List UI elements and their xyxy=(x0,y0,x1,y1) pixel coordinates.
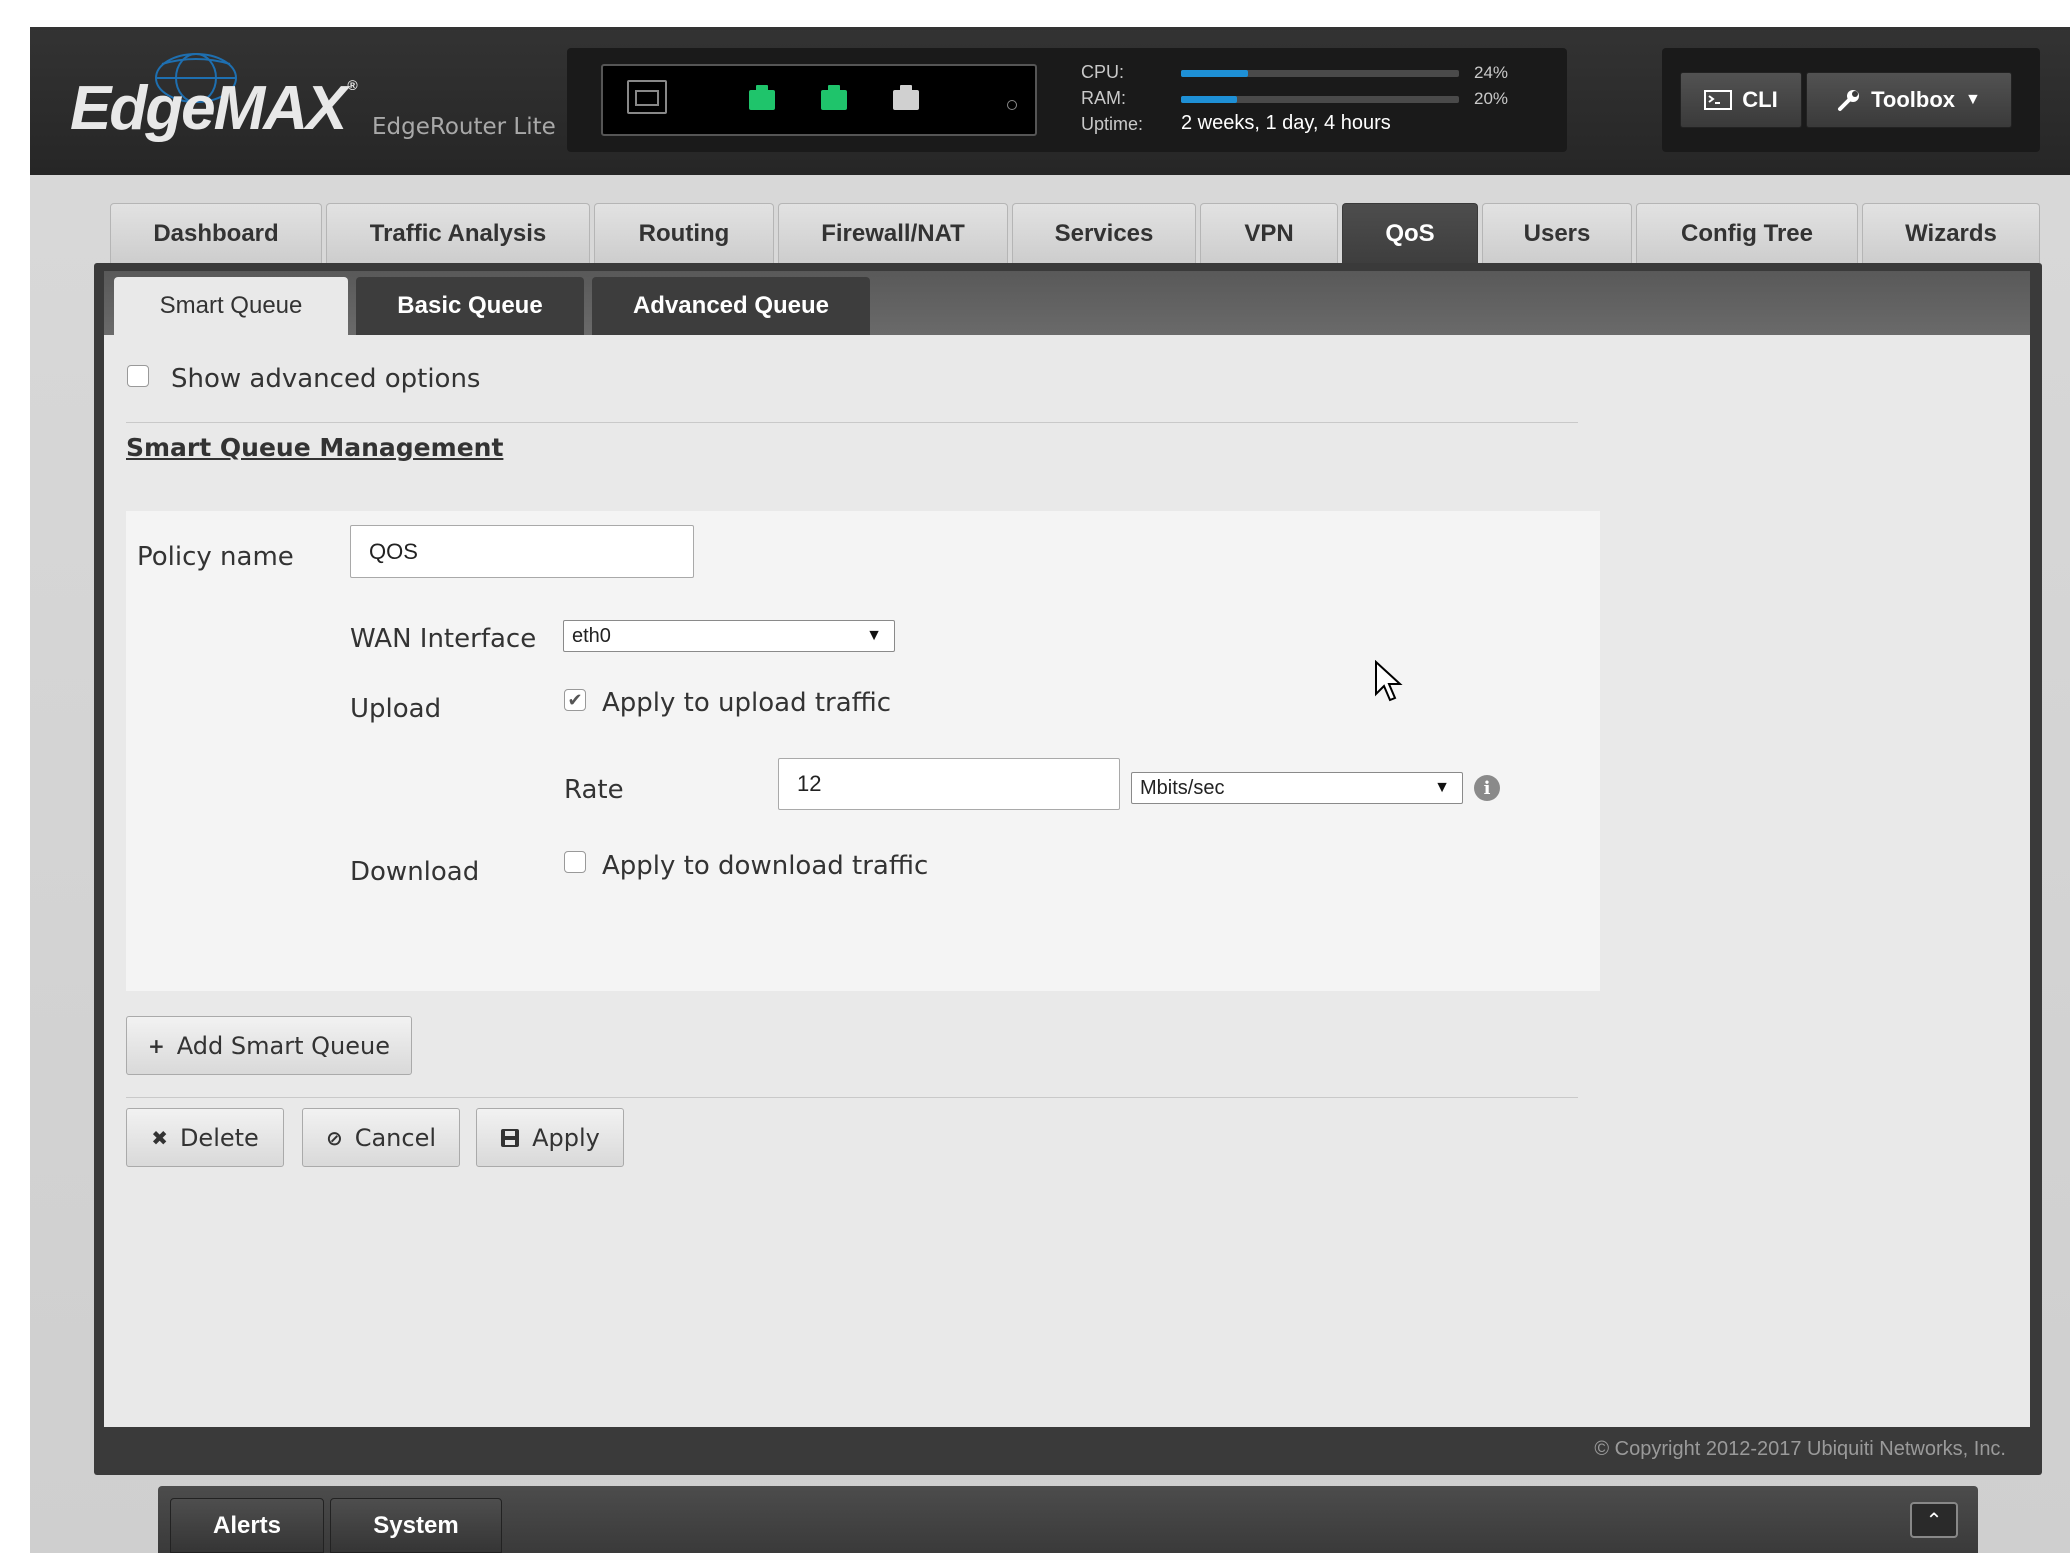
console-port-icon xyxy=(627,80,667,114)
subtab-smart-queue[interactable]: Smart Queue xyxy=(114,277,348,335)
cancel-label: Cancel xyxy=(354,1123,437,1152)
delete-button[interactable]: ✖ Delete xyxy=(126,1108,284,1167)
uptime-value: 2 weeks, 1 day, 4 hours xyxy=(1181,112,1391,134)
apply-button[interactable]: Apply xyxy=(476,1108,624,1167)
cpu-bar xyxy=(1181,70,1459,77)
tab-services[interactable]: Services xyxy=(1012,203,1196,263)
rate-label: Rate xyxy=(564,775,624,805)
wan-interface-select[interactable]: eth0 ▼ xyxy=(563,620,895,652)
tab-wizards[interactable]: Wizards xyxy=(1862,203,2040,263)
rate-unit-select[interactable]: Mbits/sec ▼ xyxy=(1131,772,1463,804)
ram-label: RAM: xyxy=(1081,88,1126,108)
checkmark-icon: ✔ xyxy=(567,689,583,711)
add-smart-queue-button[interactable]: + Add Smart Queue xyxy=(126,1016,412,1075)
subtab-basic-queue[interactable]: Basic Queue xyxy=(356,277,584,335)
port-eth2-icon xyxy=(893,85,919,110)
tab-alerts[interactable]: Alerts xyxy=(170,1498,324,1553)
status-led-icon xyxy=(1007,100,1017,110)
download-checkbox[interactable] xyxy=(564,851,586,873)
router-model: EdgeRouter Lite v xyxy=(372,114,562,140)
ban-icon: ⊘ xyxy=(325,1125,343,1150)
smart-queue-form xyxy=(126,511,1600,991)
port-panel xyxy=(601,64,1037,136)
download-checkbox-label: Apply to download traffic xyxy=(602,851,929,881)
subtab-advanced-queue[interactable]: Advanced Queue xyxy=(592,277,870,335)
ram-bar xyxy=(1181,96,1459,103)
cli-button[interactable]: CLI xyxy=(1680,72,1802,128)
upload-checkbox[interactable]: ✔ xyxy=(564,689,586,711)
add-smart-queue-label: Add Smart Queue xyxy=(176,1031,390,1060)
section-title: Smart Queue Management xyxy=(126,433,504,462)
caret-down-icon: ▼ xyxy=(1965,91,1981,108)
tab-routing[interactable]: Routing xyxy=(594,203,774,263)
info-icon[interactable]: i xyxy=(1474,775,1500,801)
mouse-cursor-icon xyxy=(1375,660,1403,702)
tab-traffic-analysis[interactable]: Traffic Analysis xyxy=(326,203,590,263)
cancel-button[interactable]: ⊘ Cancel xyxy=(302,1108,460,1167)
terminal-icon xyxy=(1704,90,1733,110)
save-icon xyxy=(501,1128,520,1147)
show-advanced-checkbox[interactable] xyxy=(127,365,149,387)
edgemax-logo: EdgeMAX ® xyxy=(70,74,358,143)
apply-label: Apply xyxy=(532,1123,600,1152)
cpu-bar-fill xyxy=(1181,70,1248,77)
tab-system[interactable]: System xyxy=(330,1498,502,1553)
cpu-percent: 24% xyxy=(1474,63,1509,82)
toolbox-label: Toolbox xyxy=(1871,87,1956,112)
port-eth1-icon xyxy=(821,85,847,110)
tab-dashboard[interactable]: Dashboard xyxy=(110,203,322,263)
wan-interface-label: WAN Interface xyxy=(350,624,537,654)
upload-checkbox-label: Apply to upload traffic xyxy=(602,688,892,718)
tab-qos[interactable]: QoS xyxy=(1342,203,1478,263)
tab-vpn[interactable]: VPN xyxy=(1200,203,1338,263)
divider xyxy=(126,422,1578,423)
download-label: Download xyxy=(350,857,480,887)
show-advanced-label: Show advanced options xyxy=(171,364,481,394)
policy-name-input[interactable]: QOS xyxy=(350,525,694,578)
cli-label: CLI xyxy=(1742,87,1778,112)
close-icon: ✖ xyxy=(151,1125,168,1150)
cpu-label: CPU: xyxy=(1081,62,1125,82)
wan-interface-value: eth0 xyxy=(572,624,611,647)
divider xyxy=(126,1097,1578,1098)
tab-config-tree[interactable]: Config Tree xyxy=(1636,203,1858,263)
uptime-label: Uptime: xyxy=(1081,114,1144,134)
chevron-up-icon[interactable]: ⌃ xyxy=(1910,1502,1958,1538)
ram-percent: 20% xyxy=(1474,89,1509,108)
toolbox-button[interactable]: Toolbox ▼ xyxy=(1806,72,2012,128)
tab-users[interactable]: Users xyxy=(1482,203,1632,263)
tab-firewall-nat[interactable]: Firewall/NAT xyxy=(778,203,1008,263)
ram-bar-fill xyxy=(1181,96,1237,103)
copyright-text: © Copyright 2012-2017 Ubiquiti Networks,… xyxy=(1594,1438,2006,1460)
dropdown-arrow-icon: ▼ xyxy=(1434,779,1450,796)
rate-unit-value: Mbits/sec xyxy=(1140,776,1225,799)
dropdown-arrow-icon: ▼ xyxy=(866,627,882,644)
upload-label: Upload xyxy=(350,694,442,724)
wrench-icon xyxy=(1838,90,1860,111)
rate-input[interactable]: 12 xyxy=(778,758,1120,810)
policy-name-label: Policy name xyxy=(137,542,294,572)
delete-label: Delete xyxy=(179,1123,259,1152)
plus-icon: + xyxy=(148,1033,165,1058)
port-eth0-icon xyxy=(749,85,775,110)
